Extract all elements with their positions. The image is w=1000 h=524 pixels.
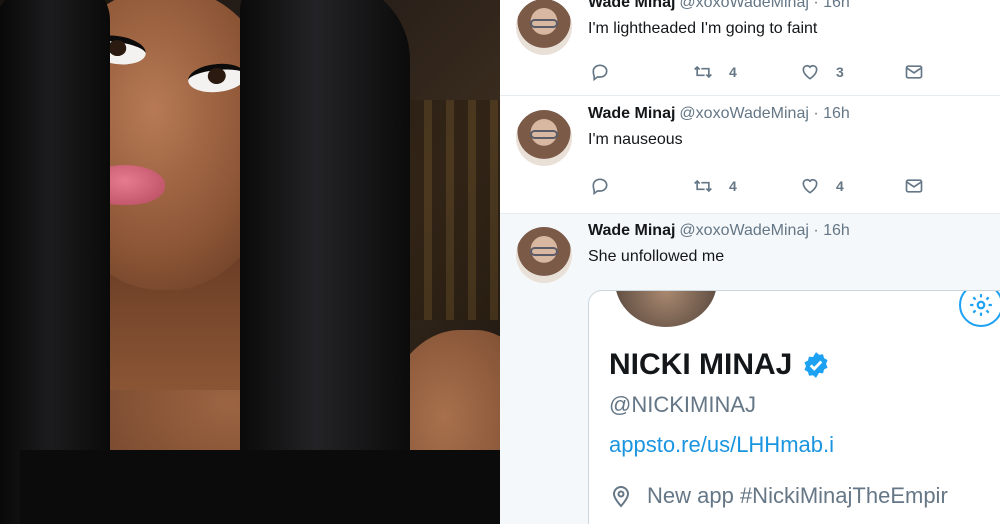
retweet-icon: [694, 65, 712, 79]
reply-button[interactable]: [590, 61, 610, 83]
profile-name-text: NICKI MINAJ: [609, 348, 793, 381]
photo-dress: [20, 450, 500, 524]
like-icon: [802, 64, 818, 80]
reply-button[interactable]: [590, 175, 610, 197]
tweet-text: She unfollowed me: [588, 248, 725, 265]
tweet-author-handle[interactable]: @xoxoWadeMinaj · 16h: [679, 0, 849, 11]
tweet-actions: 4 4: [590, 175, 930, 197]
profile-location: New app #NickiMinajTheEmpir: [609, 483, 948, 509]
tweet-author-name[interactable]: Wade Minaj: [588, 105, 675, 122]
retweet-count: 4: [729, 64, 737, 80]
direct-message-button[interactable]: [904, 61, 924, 83]
retweet-button[interactable]: 4: [693, 175, 737, 197]
retweet-button[interactable]: 4: [693, 61, 737, 83]
tweet-author-handle[interactable]: @xoxoWadeMinaj · 16h: [679, 105, 849, 122]
avatar[interactable]: [516, 227, 572, 283]
tweet-header: Wade Minaj @xoxoWadeMinaj · 16h: [588, 0, 850, 12]
profile-name: NICKI MINAJ: [609, 348, 830, 382]
profile-card-screenshot[interactable]: NICKI MINAJ @NICKIMINAJ appsto.re/us/LHH…: [588, 290, 1000, 524]
tweet-author-handle[interactable]: @xoxoWadeMinaj · 16h: [679, 222, 849, 239]
tweet-text: I'm lightheaded I'm going to faint: [588, 20, 818, 37]
tweet-header: Wade Minaj @xoxoWadeMinaj · 16h: [588, 222, 850, 240]
retweet-count: 4: [729, 178, 737, 194]
profile-handle: @NICKIMINAJ: [609, 392, 757, 417]
verified-badge-icon: [804, 352, 828, 378]
settings-gear-icon: [970, 294, 992, 316]
celebrity-photo: [0, 0, 500, 524]
tweet-author-name[interactable]: Wade Minaj: [588, 222, 675, 239]
like-button[interactable]: 3: [800, 61, 844, 83]
location-pin-icon: [612, 486, 630, 508]
avatar-glasses: [530, 247, 558, 256]
like-icon: [802, 178, 818, 194]
direct-message-button[interactable]: [904, 175, 924, 197]
like-count: 3: [836, 64, 844, 80]
like-count: 4: [836, 178, 844, 194]
tweet-actions: 4 3: [590, 61, 930, 83]
photo-hair-right: [240, 0, 410, 524]
tweet[interactable]: Wade Minaj @xoxoWadeMinaj · 16h I'm nause…: [500, 97, 1000, 214]
tweet-feed: Wade Minaj @xoxoWadeMinaj · 16h I'm light…: [500, 0, 1000, 524]
tweet[interactable]: Wade Minaj @xoxoWadeMinaj · 16h I'm light…: [500, 0, 1000, 96]
profile-picture: [611, 291, 721, 331]
message-icon: [905, 65, 923, 79]
avatar-glasses: [530, 130, 558, 139]
tweet[interactable]: Wade Minaj @xoxoWadeMinaj · 16h She unfol…: [500, 214, 1000, 524]
reply-icon: [592, 178, 608, 196]
avatar[interactable]: [516, 0, 572, 55]
avatar-glasses: [530, 19, 558, 28]
message-icon: [905, 179, 923, 193]
reply-icon: [592, 64, 608, 82]
tweet-header: Wade Minaj @xoxoWadeMinaj · 16h: [588, 105, 850, 123]
photo-hair-left: [0, 0, 110, 524]
retweet-icon: [694, 179, 712, 193]
tweet-author-name[interactable]: Wade Minaj: [588, 0, 675, 11]
profile-location-text: New app #NickiMinajTheEmpir: [647, 483, 948, 508]
avatar[interactable]: [516, 110, 572, 166]
tweet-text: I'm nauseous: [588, 131, 683, 148]
like-button[interactable]: 4: [800, 175, 844, 197]
profile-link[interactable]: appsto.re/us/LHHmab.i: [609, 432, 834, 458]
settings-button[interactable]: [959, 291, 1000, 327]
